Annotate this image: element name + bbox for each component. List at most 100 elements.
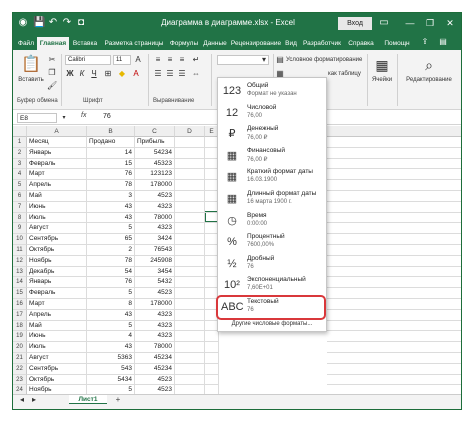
row-header[interactable]: 21 (13, 353, 27, 364)
cell-empty[interactable] (175, 288, 205, 299)
save-icon[interactable]: 💾 (33, 17, 45, 29)
cell-sold[interactable]: 76 (87, 277, 135, 289)
cell-month[interactable]: Сентябрь (27, 363, 87, 375)
cell-month[interactable]: Август (27, 353, 87, 364)
cell-profit[interactable]: 178000 (135, 180, 175, 191)
cell-sold[interactable]: 5434 (87, 374, 135, 386)
tab-help[interactable]: Справка (345, 37, 377, 50)
cell-month[interactable]: Июнь (27, 331, 87, 343)
cell-empty[interactable] (175, 245, 205, 256)
column-header-c[interactable]: C (135, 126, 175, 137)
chevron-down-icon[interactable]: ▾ (259, 55, 269, 65)
camera-icon[interactable]: ◘ (75, 17, 87, 29)
row-header[interactable]: 22 (13, 363, 27, 375)
cell-empty[interactable] (327, 148, 461, 159)
cell-profit[interactable]: 4523 (135, 191, 175, 202)
cell-profit[interactable]: 4323 (135, 309, 175, 321)
cell-month[interactable]: Ноябрь (27, 255, 87, 267)
cell-empty[interactable] (327, 180, 461, 191)
cell-empty[interactable] (175, 266, 205, 278)
cell-profit[interactable]: 4323 (135, 223, 175, 235)
row-header[interactable]: 3 (13, 158, 27, 170)
tab-page-layout[interactable]: Разметка страницы (101, 37, 167, 50)
cell-month[interactable]: Сентябрь (27, 234, 87, 245)
cell-month[interactable]: Март (27, 169, 87, 181)
tab-view[interactable]: Вид (283, 37, 299, 50)
row-header[interactable]: 6 (13, 191, 27, 202)
cell-empty[interactable] (175, 331, 205, 343)
cell-empty[interactable] (175, 374, 205, 386)
row-header[interactable]: 19 (13, 331, 27, 343)
cell-month[interactable]: Октябрь (27, 374, 87, 386)
number-format-item[interactable]: ▦ Длинный формат даты 16 марта 1900 г. (219, 188, 326, 210)
cell-profit[interactable]: 45234 (135, 353, 175, 364)
cell-empty[interactable] (205, 342, 219, 353)
cell-profit[interactable]: 178000 (135, 299, 175, 310)
conditional-format-icon[interactable]: ▤ (275, 55, 285, 65)
tab-formulas[interactable]: Формулы (168, 37, 200, 50)
cell-profit[interactable]: 5432 (135, 277, 175, 289)
formula-input[interactable]: 76 (103, 113, 111, 120)
underline-icon[interactable]: Ч (89, 69, 99, 79)
cell-sold[interactable]: 4 (87, 331, 135, 343)
cell-empty[interactable] (175, 363, 205, 375)
cell-profit[interactable]: 45234 (135, 363, 175, 375)
tab-assistant[interactable]: Помощн (380, 37, 414, 50)
cell-empty[interactable] (327, 256, 461, 267)
cell-sold[interactable]: 54 (87, 266, 135, 278)
cell-sold[interactable]: 43 (87, 342, 135, 353)
cell-empty[interactable] (327, 375, 461, 386)
cell-empty[interactable] (205, 363, 219, 375)
cell-sold[interactable]: 5 (87, 288, 135, 299)
number-format-item[interactable]: ▦ Финансовый 76,00 ₽ (219, 145, 326, 167)
cell-month[interactable]: Апрель (27, 180, 87, 191)
cell-sold[interactable]: 8 (87, 299, 135, 310)
chevron-down-icon[interactable]: ▾ (59, 113, 69, 123)
cell-empty[interactable] (175, 180, 205, 191)
tab-data[interactable]: Данные (201, 37, 229, 50)
maximize-button[interactable]: ❐ (423, 16, 437, 31)
column-header-d[interactable]: D (175, 126, 205, 137)
format-as-table-button[interactable]: как таблицу (328, 70, 368, 78)
cell-profit[interactable]: 4323 (135, 331, 175, 343)
cell-empty[interactable] (175, 137, 205, 148)
number-format-item[interactable]: 12 Числовой 76,00 (219, 102, 326, 124)
cell-sold[interactable]: 5 (87, 223, 135, 235)
cell-empty[interactable] (175, 320, 205, 332)
cell-empty[interactable] (175, 353, 205, 364)
cell-empty[interactable] (205, 374, 219, 386)
cell-sold[interactable]: 76 (87, 169, 135, 181)
cell-empty[interactable] (327, 299, 461, 310)
column-header-b[interactable]: B (87, 126, 135, 137)
cell-sold[interactable]: 543 (87, 363, 135, 375)
align-bottom-icon[interactable]: ≡ (177, 55, 187, 65)
paste-button[interactable]: 📋 Вставить (17, 54, 45, 90)
bold-icon[interactable]: Ж (65, 69, 75, 79)
cut-icon[interactable]: ✂ (47, 55, 57, 65)
cell-sold[interactable]: 78 (87, 255, 135, 267)
cell-empty[interactable] (327, 213, 461, 224)
cell-sold[interactable]: 43 (87, 201, 135, 213)
font-size-select[interactable]: 11 (113, 55, 131, 65)
select-all-corner[interactable] (13, 126, 27, 137)
cell-month[interactable]: Апрель (27, 309, 87, 321)
cell-empty[interactable] (175, 342, 205, 353)
cell-profit[interactable]: 76543 (135, 245, 175, 256)
cell-sold[interactable]: 15 (87, 158, 135, 170)
cell-month[interactable]: Февраль (27, 158, 87, 170)
more-number-formats-link[interactable]: Другие числовые форматы... (218, 321, 326, 327)
cell-month[interactable]: Январь (27, 277, 87, 289)
cell-month[interactable]: Июль (27, 212, 87, 224)
cell-empty[interactable] (327, 137, 461, 148)
cell-empty[interactable] (175, 191, 205, 202)
copy-icon[interactable]: ❐ (47, 68, 57, 78)
cell-profit[interactable]: 245908 (135, 255, 175, 267)
cell-month[interactable]: Май (27, 320, 87, 332)
cell-empty[interactable] (175, 212, 205, 224)
cell-empty[interactable] (205, 331, 219, 343)
row-header[interactable]: 4 (13, 169, 27, 181)
row-header[interactable]: 23 (13, 374, 27, 386)
cell-month[interactable]: Февраль (27, 288, 87, 299)
cell-profit[interactable]: 78000 (135, 212, 175, 224)
tab-insert[interactable]: Вставка (70, 37, 100, 50)
